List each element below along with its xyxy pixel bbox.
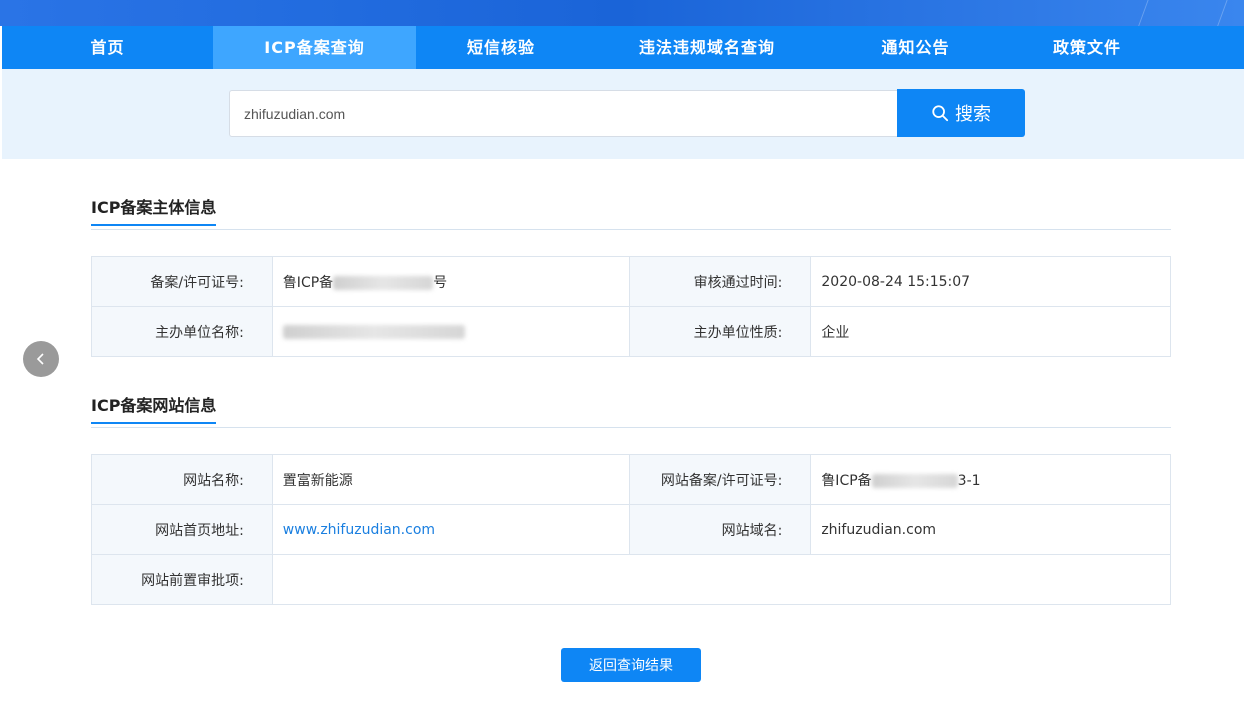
search-icon [932, 105, 949, 122]
website-section-title: ICP备案网站信息 [91, 392, 217, 424]
back-to-results-button[interactable]: 返回查询结果 [561, 648, 701, 682]
website-name-value: 置富新能源 [271, 454, 630, 505]
redacted-text [333, 275, 434, 290]
search-input[interactable] [229, 90, 897, 137]
pre-approval-label: 网站前置审批项: [91, 554, 273, 605]
table-row: 备案/许可证号: 鲁ICP备 号 审核通过时间: 2020-08-24 15:15… [91, 256, 1171, 307]
subject-section-title: ICP备案主体信息 [91, 194, 217, 226]
search-button-label: 搜索 [955, 104, 991, 125]
top-banner [0, 0, 1244, 26]
license-number-suffix: 号 [433, 274, 448, 291]
website-domain-value: zhifuzudian.com [810, 504, 1171, 555]
website-license-value: 鲁ICP备 3-1 [810, 454, 1171, 505]
table-row: 主办单位名称: 主办单位性质: 企业 [91, 306, 1171, 357]
website-license-label: 网站备案/许可证号: [628, 454, 812, 505]
license-number-prefix: 鲁ICP备 [282, 274, 334, 291]
nav-item-sms-verify[interactable]: 短信核验 [416, 26, 586, 69]
approval-time-label: 审核通过时间: [628, 256, 812, 307]
banner-decoration [1136, 0, 1232, 26]
organizer-name-value [271, 306, 630, 357]
search-band: 搜索 [2, 69, 1244, 159]
nav-item-policy[interactable]: 政策文件 [1003, 26, 1171, 69]
table-row: 网站首页地址: www.zhifuzudian.com 网站域名: zhifuz… [91, 504, 1171, 555]
website-name-label: 网站名称: [91, 454, 273, 505]
chevron-left-icon [36, 353, 44, 365]
license-number-label: 备案/许可证号: [91, 256, 273, 307]
search-button[interactable]: 搜索 [897, 89, 1025, 137]
nav-item-illegal-domain[interactable]: 违法违规域名查询 [586, 26, 828, 69]
organizer-name-label: 主办单位名称: [91, 306, 273, 357]
main-nav: 首页 ICP备案查询 短信核验 违法违规域名查询 通知公告 政策文件 [2, 26, 1244, 69]
website-license-prefix: 鲁ICP备 [821, 472, 872, 489]
homepage-url-link[interactable]: www.zhifuzudian.com [283, 522, 435, 538]
homepage-url-label: 网站首页地址: [91, 504, 273, 555]
homepage-url-value: www.zhifuzudian.com [271, 504, 630, 555]
nav-item-home[interactable]: 首页 [2, 26, 213, 69]
table-row: 网站前置审批项: [91, 554, 1172, 605]
organizer-nature-label: 主办单位性质: [628, 306, 812, 357]
subject-section-divider [91, 229, 1171, 230]
website-domain-label: 网站域名: [628, 504, 812, 555]
previous-arrow[interactable] [23, 341, 59, 377]
nav-item-notices[interactable]: 通知公告 [828, 26, 1003, 69]
website-section-divider [91, 427, 1171, 428]
website-info-table: 网站名称: 置富新能源 网站备案/许可证号: 鲁ICP备 3-1 网站首页地址: … [91, 454, 1172, 605]
organizer-nature-value: 企业 [810, 306, 1171, 357]
license-number-value: 鲁ICP备 号 [271, 256, 630, 307]
table-row: 网站名称: 置富新能源 网站备案/许可证号: 鲁ICP备 3-1 [91, 454, 1171, 505]
redacted-text [871, 473, 958, 488]
approval-time-value: 2020-08-24 15:15:07 [810, 256, 1171, 307]
website-license-suffix: 3-1 [957, 472, 981, 489]
redacted-text [282, 324, 465, 339]
nav-item-icp-query[interactable]: ICP备案查询 [213, 26, 416, 69]
pre-approval-value [271, 554, 1172, 605]
subject-info-table: 备案/许可证号: 鲁ICP备 号 审核通过时间: 2020-08-24 15:15… [91, 256, 1171, 357]
